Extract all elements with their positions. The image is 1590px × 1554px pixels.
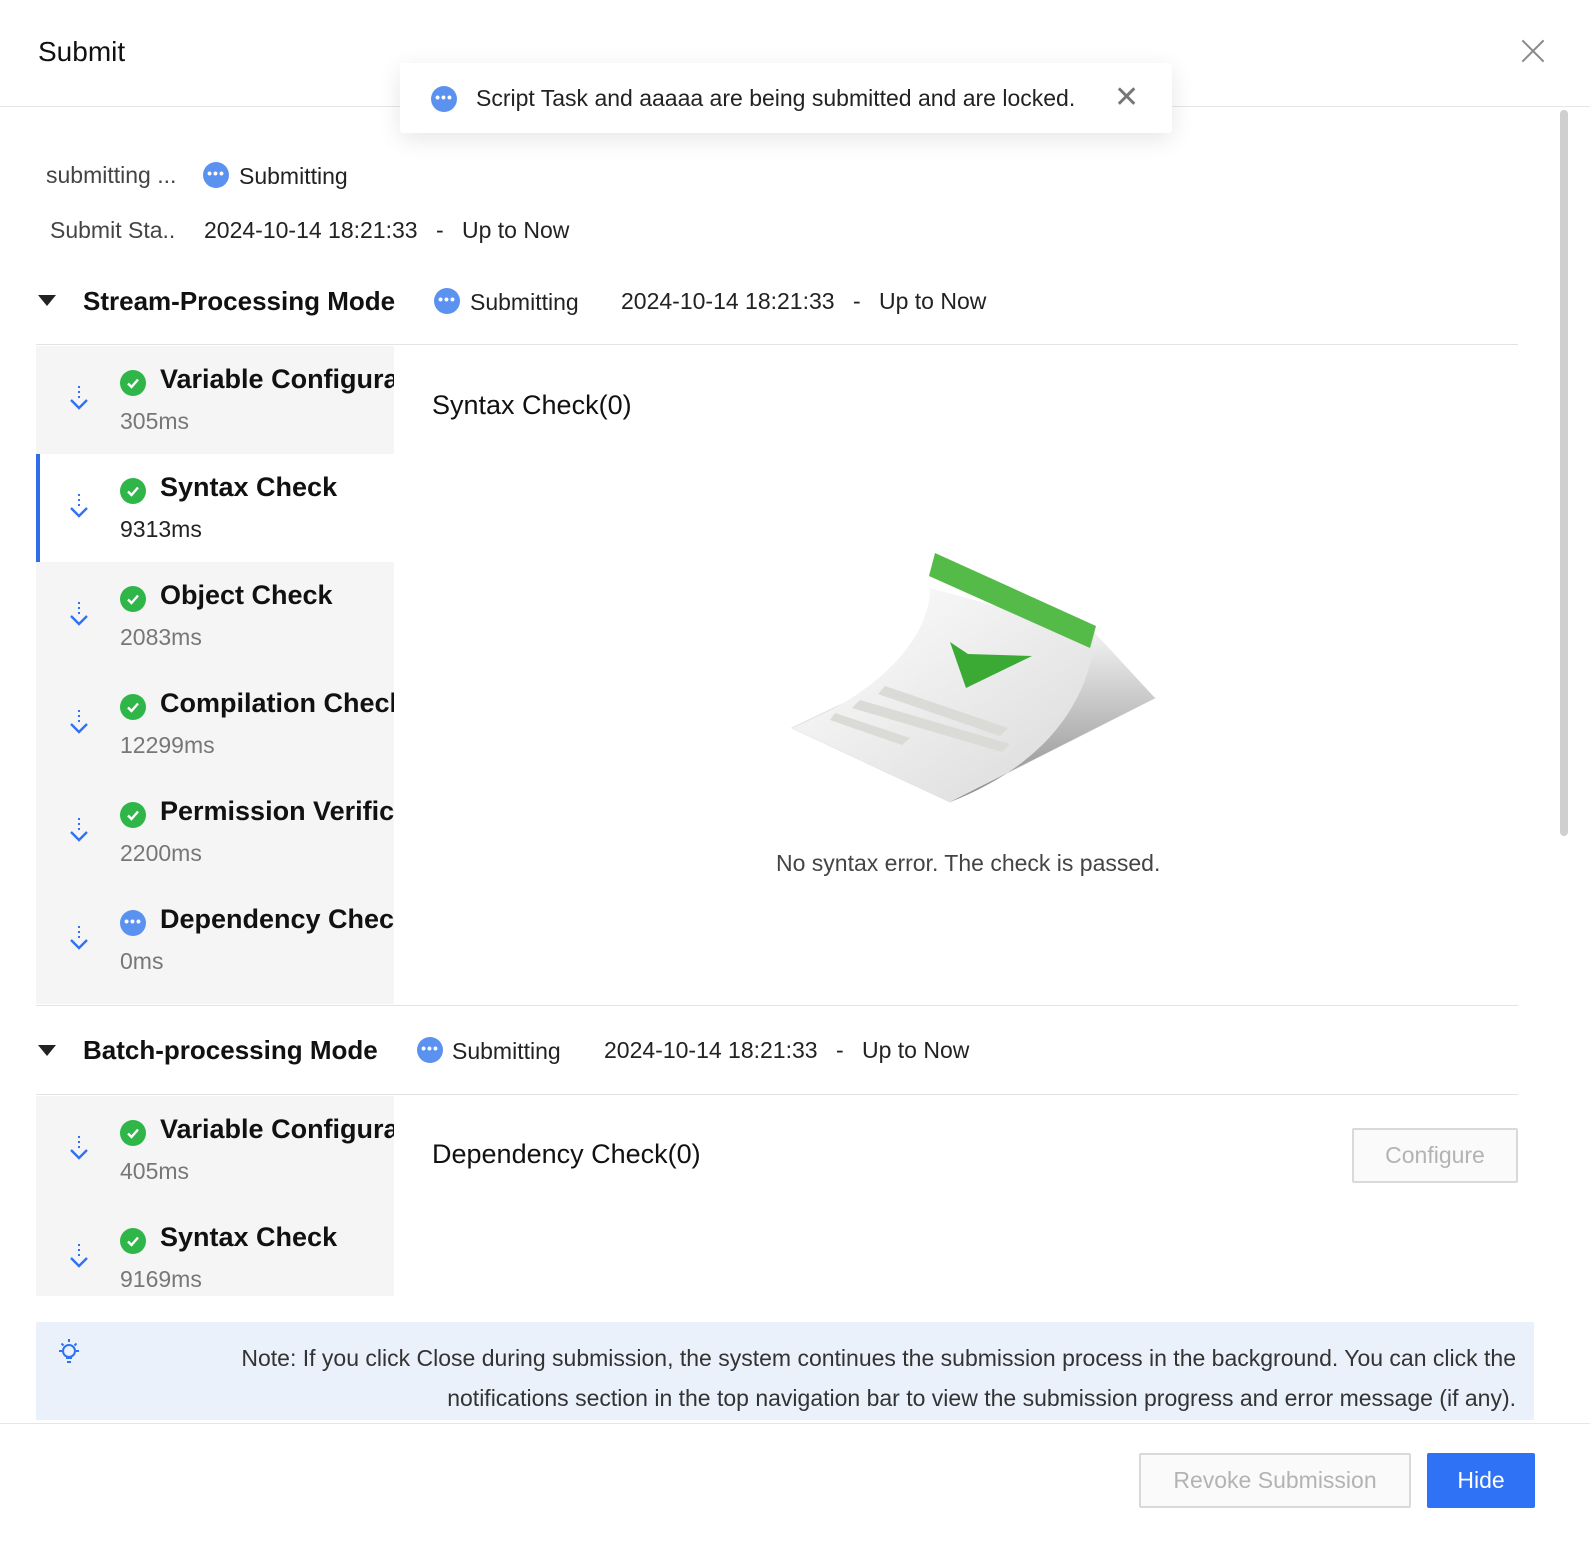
- step-arrow-icon: [70, 926, 88, 950]
- time-separator: -: [436, 217, 444, 243]
- time-end: Up to Now: [462, 217, 570, 243]
- toast-close-icon[interactable]: ✕: [1114, 83, 1139, 113]
- toast-message: Script Task and aaaaa are being submitte…: [476, 85, 1076, 111]
- submitting-status-icon: •••: [203, 162, 229, 188]
- time-start: 2024-10-14 18:21:33: [204, 217, 418, 243]
- step-arrow-icon: [70, 710, 88, 734]
- configure-button[interactable]: Configure: [1352, 1128, 1518, 1183]
- step-syntax-check[interactable]: Syntax Check 9169ms: [36, 1204, 394, 1296]
- step-dependency-check[interactable]: ••• Dependency Check 0ms: [36, 886, 394, 994]
- note-line-1: Note: If you click Close during submissi…: [241, 1345, 1516, 1371]
- dialog-title: Submit: [38, 36, 126, 67]
- stream-time-end: Up to Now: [879, 288, 987, 314]
- collapse-stream-icon[interactable]: [38, 295, 56, 306]
- step-name: Syntax Check: [160, 1222, 338, 1252]
- note-text: Note: If you click Close during submissi…: [36, 1338, 1516, 1418]
- step-duration: 0ms: [120, 948, 164, 974]
- stream-time-separator: -: [853, 288, 861, 314]
- step-duration: 9313ms: [120, 516, 202, 542]
- check-passed-illustration: [790, 553, 1157, 803]
- step-duration: 12299ms: [120, 732, 215, 758]
- step-name: Variable Configuration: [160, 1114, 394, 1144]
- step-compilation-check[interactable]: Compilation Check 12299ms: [36, 670, 394, 778]
- step-duration: 305ms: [120, 408, 190, 434]
- divider: [36, 1094, 1518, 1095]
- step-name: Compilation Check: [160, 688, 394, 718]
- batch-mode-title: Batch-processing Mode: [83, 1035, 378, 1065]
- scrollbar[interactable]: [1560, 110, 1568, 836]
- divider: [36, 344, 1518, 345]
- step-duration: 9169ms: [120, 1266, 202, 1292]
- step-duration: 2083ms: [120, 624, 202, 650]
- step-name: Permission Verification: [160, 796, 394, 826]
- success-check-icon: [120, 1120, 146, 1146]
- step-object-check[interactable]: Object Check 2083ms: [36, 562, 394, 670]
- step-name: Object Check: [160, 580, 333, 610]
- batch-time-separator: -: [836, 1037, 844, 1063]
- step-name: Syntax Check: [160, 472, 338, 502]
- divider: [36, 1005, 1518, 1006]
- batch-step-list: Variable Configuration 405ms Syntax Chec…: [36, 1096, 394, 1296]
- step-variable-configuration[interactable]: Variable Configuration 305ms: [36, 346, 394, 454]
- step-arrow-icon: [70, 494, 88, 518]
- step-variable-configuration[interactable]: Variable Configuration 405ms: [36, 1096, 394, 1204]
- step-permission-verification[interactable]: Permission Verification 2200ms: [36, 778, 394, 886]
- step-syntax-check[interactable]: Syntax Check 9313ms: [36, 454, 394, 562]
- stream-time-start: 2024-10-14 18:21:33: [621, 288, 835, 314]
- note-banner: Note: If you click Close during submissi…: [36, 1322, 1534, 1420]
- stream-step-list: Variable Configuration 305ms Syntax Chec…: [36, 346, 394, 1004]
- success-check-icon: [120, 1228, 146, 1254]
- revoke-submission-button[interactable]: Revoke Submission: [1139, 1453, 1411, 1508]
- success-check-icon: [120, 478, 146, 504]
- collapse-batch-icon[interactable]: [38, 1045, 56, 1056]
- footer-divider: [0, 1423, 1590, 1424]
- close-icon[interactable]: [1520, 38, 1546, 64]
- stream-mode-title: Stream-Processing Mode: [83, 286, 396, 316]
- stream-status-icon: •••: [434, 288, 460, 314]
- success-check-icon: [120, 586, 146, 612]
- note-line-2: notifications section in the top navigat…: [447, 1385, 1516, 1411]
- batch-status-icon: •••: [417, 1037, 443, 1063]
- step-arrow-icon: [70, 818, 88, 842]
- batch-time-start: 2024-10-14 18:21:33: [604, 1037, 818, 1063]
- stream-pane-title: Syntax Check(0): [432, 390, 632, 420]
- status-label: submitting ...: [46, 162, 177, 188]
- step-duration: 405ms: [120, 1158, 190, 1184]
- batch-time-end: Up to Now: [862, 1037, 970, 1063]
- hide-button[interactable]: Hide: [1427, 1453, 1535, 1508]
- time-label: Submit Sta..: [50, 217, 176, 243]
- running-status-icon: •••: [120, 910, 146, 936]
- step-duration: 2200ms: [120, 840, 202, 866]
- success-check-icon: [120, 370, 146, 396]
- step-arrow-icon: [70, 1244, 88, 1268]
- info-dots-icon: •••: [431, 86, 457, 112]
- batch-pane-title: Dependency Check(0): [432, 1139, 701, 1169]
- notification-toast: ••• Script Task and aaaaa are being subm…: [400, 63, 1172, 133]
- status-value: Submitting: [239, 163, 348, 189]
- step-arrow-icon: [70, 1136, 88, 1160]
- batch-status: Submitting: [452, 1038, 561, 1064]
- stream-status: Submitting: [470, 289, 579, 315]
- success-check-icon: [120, 802, 146, 828]
- step-name: Variable Configuration: [160, 364, 394, 394]
- success-check-icon: [120, 694, 146, 720]
- step-arrow-icon: [70, 386, 88, 410]
- step-arrow-icon: [70, 602, 88, 626]
- step-name: Dependency Check: [160, 904, 394, 934]
- no-error-message: No syntax error. The check is passed.: [776, 850, 1161, 876]
